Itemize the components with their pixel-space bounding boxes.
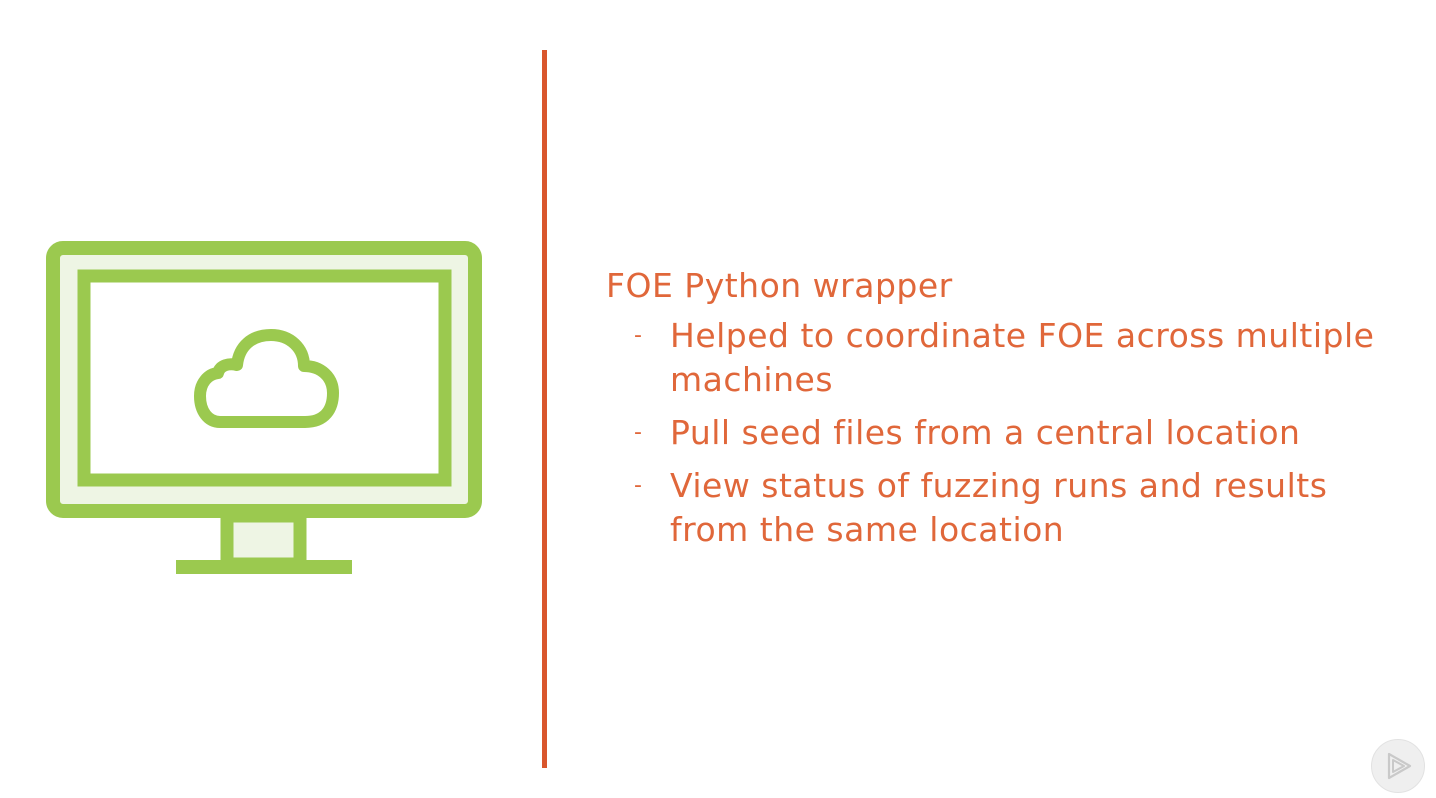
play-logo-icon (1387, 752, 1412, 780)
bullet-dash: - (634, 473, 643, 498)
slide-content: FOE Python wrapper - Helped to coordinat… (606, 264, 1406, 561)
monitor-with-cloud-icon (40, 236, 488, 580)
bullet-text: View status of fuzzing runs and results … (670, 466, 1328, 549)
bullet-dash: - (634, 420, 643, 445)
bullet-list: - Helped to coordinate FOE across multip… (606, 314, 1406, 552)
bullet-item: - Pull seed files from a central locatio… (606, 411, 1406, 455)
vertical-divider (542, 50, 547, 768)
bullet-text: Helped to coordinate FOE across multiple… (670, 316, 1375, 399)
bullet-text: Pull seed files from a central location (670, 413, 1301, 452)
play-button[interactable] (1371, 739, 1425, 793)
bullet-dash: - (634, 323, 643, 348)
bullet-item: - Helped to coordinate FOE across multip… (606, 314, 1406, 402)
bullet-item: - View status of fuzzing runs and result… (606, 464, 1406, 552)
slide-heading: FOE Python wrapper (606, 266, 953, 305)
